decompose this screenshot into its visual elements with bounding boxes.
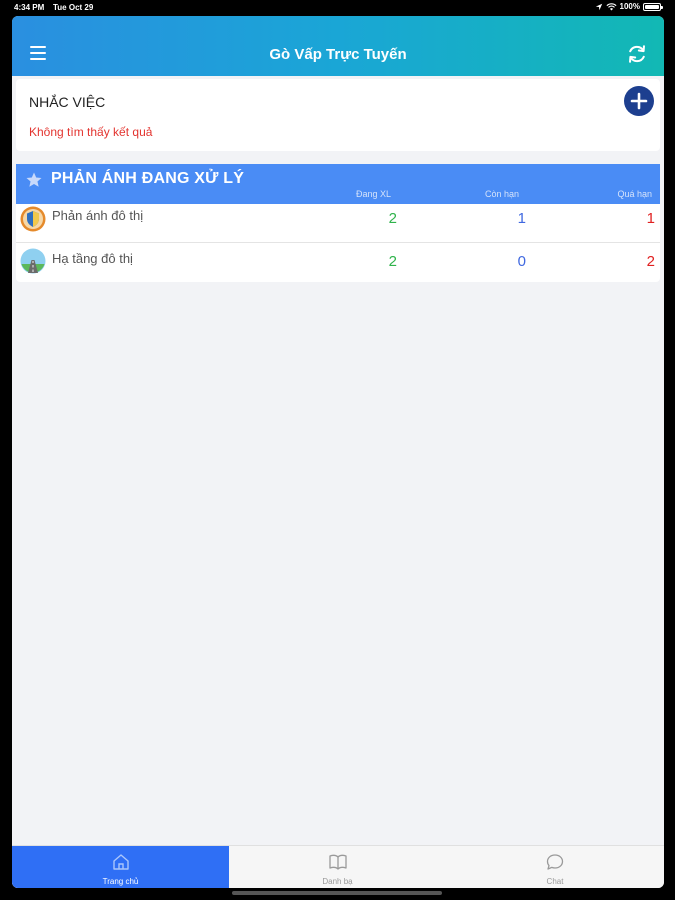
column-header-processing: Đang XL	[356, 189, 392, 199]
column-header-in-time: Còn hạn	[485, 189, 520, 199]
battery-fill	[645, 4, 659, 9]
battery-percent: 100%	[619, 2, 640, 11]
app-bar: Gò Vấp Trực Tuyến	[12, 16, 664, 76]
row-count-in-time: 0	[517, 253, 526, 270]
location-icon	[595, 3, 602, 10]
home-icon	[112, 854, 129, 870]
processing-section-header: PHẢN ÁNH ĐANG XỬ LÝ Đang XL Còn hạn Quá …	[16, 164, 660, 204]
tab-contacts[interactable]: Danh bạ	[229, 846, 446, 888]
home-indicator[interactable]	[232, 891, 442, 895]
reminder-empty-message: Không tìm thấy kết quả	[29, 125, 153, 139]
table-row[interactable]: Phản ánh đô thị 2 1 1	[16, 204, 660, 243]
table-row[interactable]: Hạ tầng đô thị 2 0 2	[16, 244, 660, 283]
app-screen: Gò Vấp Trực Tuyến NHẮC VIỆC Không tìm th…	[12, 16, 664, 888]
processing-heading: PHẢN ÁNH ĐANG XỬ LÝ	[51, 170, 245, 187]
tab-chat[interactable]: Chat	[446, 846, 664, 888]
status-bar: 4:34 PM Tue Oct 29 100%	[0, 0, 675, 14]
tab-chat-label: Chat	[546, 877, 564, 886]
tab-home[interactable]: Trang chủ	[12, 846, 229, 888]
status-date: Tue Oct 29	[53, 3, 94, 12]
add-reminder-button[interactable]	[624, 86, 654, 116]
processing-table: Phản ánh đô thị 2 1 1 Hạ tầng đô thị 2 0…	[16, 204, 660, 282]
wifi-icon	[606, 2, 617, 11]
row-count-processing: 2	[388, 253, 397, 270]
battery-icon	[643, 2, 663, 11]
plus-icon	[630, 92, 648, 110]
app-title: Gò Vấp Trực Tuyến	[269, 46, 407, 63]
row-count-overdue: 1	[646, 210, 655, 227]
row-name: Hạ tầng đô thị	[52, 251, 133, 266]
reminder-card: NHẮC VIỆC Không tìm thấy kết quả	[16, 79, 660, 151]
tab-contacts-label: Danh bạ	[322, 877, 353, 886]
status-right: 100%	[595, 2, 663, 11]
shield-icon	[20, 206, 46, 232]
row-count-processing: 2	[388, 210, 397, 227]
chat-icon	[546, 854, 564, 870]
tab-home-label: Trang chủ	[102, 877, 139, 886]
refresh-icon[interactable]	[626, 43, 648, 65]
star-icon	[26, 172, 42, 187]
road-icon	[20, 248, 46, 274]
bottom-tab-bar: Trang chủ Danh bạ Chat	[12, 845, 664, 888]
status-time: 4:34 PM	[14, 3, 45, 12]
row-name: Phản ánh đô thị	[52, 208, 144, 223]
row-count-overdue: 2	[646, 253, 655, 270]
book-icon	[328, 854, 347, 870]
row-count-in-time: 1	[517, 210, 526, 227]
reminder-heading: NHẮC VIỆC	[29, 94, 106, 110]
column-header-overdue: Quá hạn	[617, 189, 652, 199]
